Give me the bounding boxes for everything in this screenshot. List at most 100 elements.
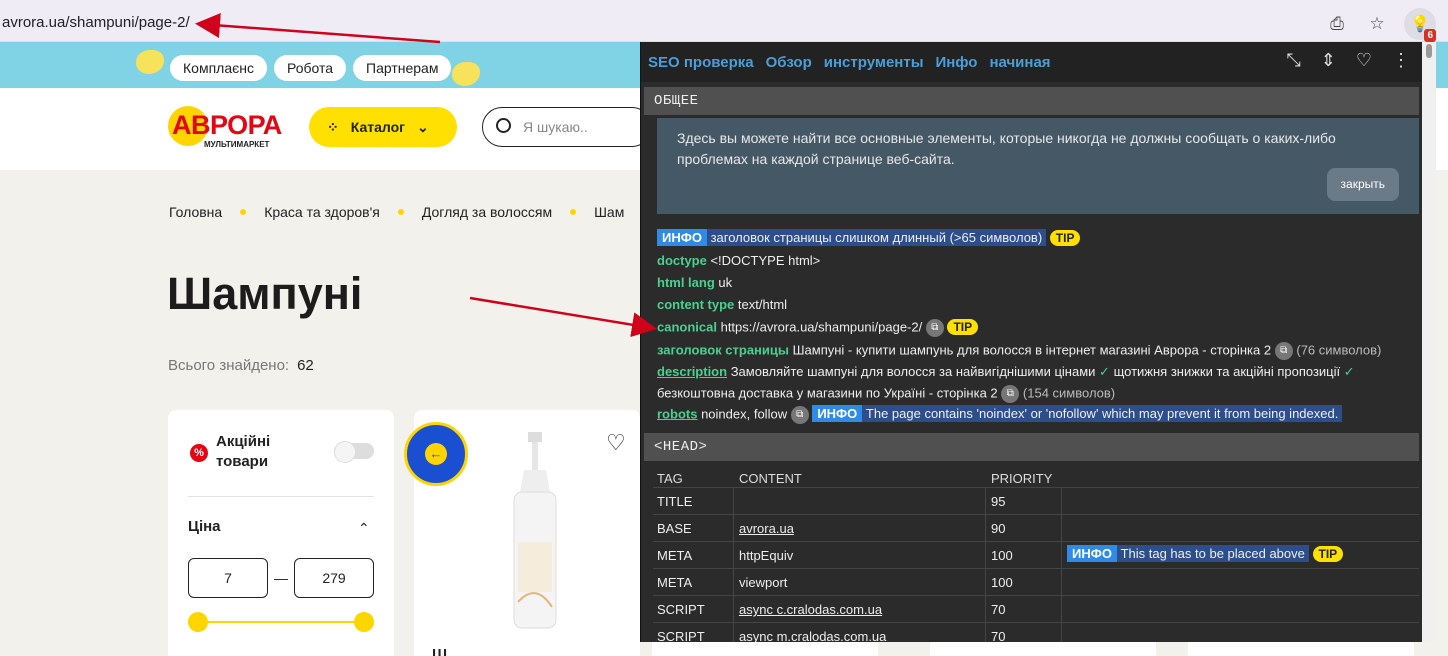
- results-label: Всього знайдено:: [168, 357, 290, 374]
- page-title-value: Шампуні - купити шампунь для волосся в і…: [792, 342, 1272, 358]
- install-app-icon[interactable]: ⎙: [1324, 11, 1350, 37]
- breadcrumb-separator: [397, 209, 404, 215]
- seo-extension-panel: SEO проверка Обзор инструменты Инфо начи…: [640, 42, 1422, 642]
- tab-overview[interactable]: Обзор: [766, 54, 812, 71]
- description-key[interactable]: description: [657, 364, 727, 379]
- tab-seo-check[interactable]: SEO проверка: [648, 54, 754, 71]
- price-slider-min-handle[interactable]: [188, 612, 208, 632]
- tab-getting-started[interactable]: начиная: [989, 54, 1050, 71]
- decor-blob: [136, 50, 164, 74]
- chevron-down-icon: ⌄: [416, 118, 429, 135]
- favorite-heart-icon[interactable]: ♡: [606, 430, 626, 456]
- search-icon: [496, 118, 511, 133]
- content-type-key: content type: [657, 297, 735, 312]
- tab-info[interactable]: Инфо: [936, 54, 978, 71]
- tip-button[interactable]: TIP: [1049, 230, 1081, 246]
- search-input[interactable]: Я шукаю..: [482, 107, 652, 147]
- breadcrumb-separator: [570, 209, 577, 215]
- results-number: 62: [297, 357, 314, 374]
- product-card[interactable]: ← ♡ Ш: [404, 410, 640, 656]
- page-title: Шампуні: [167, 268, 363, 319]
- promo-toggle[interactable]: [334, 441, 374, 463]
- info-tag: ИНФО: [657, 229, 707, 246]
- collapse-icon[interactable]: ⤡: [1286, 50, 1300, 71]
- cell-tag: SCRIPT: [657, 629, 705, 642]
- catalog-button[interactable]: ⁘ Каталог ⌄: [309, 107, 457, 147]
- divider: [188, 496, 374, 497]
- scrollbar-thumb[interactable]: [1426, 44, 1432, 58]
- doctype-value: <!DOCTYPE html>: [710, 253, 821, 268]
- breadcrumb-current: Шам: [594, 204, 625, 220]
- info-tag: ИНФО: [812, 405, 863, 423]
- product-image: [513, 432, 557, 629]
- description-value-2: щотижня знижки та акційні пропозиції: [1113, 364, 1341, 379]
- link-compliance[interactable]: Комплаєнс: [170, 55, 267, 81]
- cell-content-link[interactable]: async c.cralodas.com.ua: [739, 602, 882, 617]
- canonical-value: https://avrora.ua/shampuni/page-2/: [720, 319, 923, 335]
- info-text: Здесь вы можете найти все основные элеме…: [677, 130, 1336, 167]
- copy-icon[interactable]: ⧉: [1274, 342, 1293, 360]
- description-value-3: безкоштовна доставка у магазини по Украї…: [657, 385, 998, 401]
- robots-row: robots noindex, follow ⧉ ИНФО The page c…: [657, 405, 1343, 424]
- breadcrumb-separator: [240, 209, 247, 215]
- column-tag: TAG: [657, 471, 683, 486]
- table-row: META httpEquiv 100 ИНФО This tag has to …: [653, 541, 1419, 568]
- bookmark-star-icon[interactable]: ☆: [1364, 11, 1390, 37]
- copy-icon[interactable]: ⧉: [790, 406, 809, 424]
- tab-tools[interactable]: инструменты: [824, 54, 924, 71]
- cell-priority: 100: [991, 548, 1013, 563]
- chevron-up-icon[interactable]: ⌃: [358, 520, 370, 537]
- filter-panel: % Акційні товари Ціна ⌃ 7 — 279: [168, 410, 394, 656]
- table-row: SCRIPT async c.cralodas.com.ua 70: [653, 595, 1419, 622]
- arrow-left-icon: ←: [425, 443, 447, 465]
- tip-button[interactable]: TIP: [947, 319, 979, 336]
- lang-key: html lang: [657, 275, 715, 290]
- close-button[interactable]: закрыть: [1326, 168, 1399, 201]
- content-type-value: text/html: [737, 297, 788, 312]
- decor-blob: [452, 62, 480, 86]
- breadcrumb-haircare[interactable]: Догляд за волоссям: [422, 204, 552, 220]
- extension-badge: 6: [1424, 29, 1436, 42]
- breadcrumb-home[interactable]: Головна: [169, 204, 222, 220]
- url-text[interactable]: avrora.ua/shampuni/page-2/: [2, 14, 190, 31]
- column-priority: PRIORITY: [991, 471, 1053, 486]
- canonical-row: canonical https://avrora.ua/shampuni/pag…: [657, 319, 979, 337]
- copy-icon[interactable]: ⧉: [1001, 385, 1020, 403]
- table-row: META viewport 100: [653, 568, 1419, 595]
- search-placeholder: Я шукаю..: [523, 119, 588, 135]
- robots-key[interactable]: robots: [657, 406, 697, 421]
- national-cashback-badge: ←: [404, 422, 468, 486]
- price-slider-max-handle[interactable]: [354, 612, 374, 632]
- link-jobs[interactable]: Робота: [274, 55, 347, 81]
- section-general-header: ОБЩЕЕ: [644, 87, 1419, 115]
- description-row-cont: безкоштовна доставка у магазини по Украї…: [657, 385, 1115, 403]
- check-icon: ✓: [1099, 364, 1110, 379]
- price-slider-track: [198, 621, 364, 623]
- lang-value: uk: [718, 275, 733, 290]
- cell-content-link[interactable]: async m.cralodas.com.ua: [739, 629, 886, 642]
- cell-tag: BASE: [657, 521, 692, 536]
- heart-icon[interactable]: ♡: [1356, 50, 1372, 71]
- seo-extension-icon[interactable]: 💡 6: [1404, 8, 1436, 42]
- tip-button[interactable]: TIP: [1312, 546, 1344, 562]
- title-length-warning: ИНФО заголовок страницы слишком длинный …: [657, 229, 1081, 246]
- breadcrumb-beauty[interactable]: Краса та здоров'я: [264, 204, 380, 220]
- address-bar[interactable]: avrora.ua/shampuni/page-2/ ⎙ ☆ 💡 6: [0, 0, 1448, 42]
- site-logo[interactable]: АВРОРА МУЛЬТИМАРКЕТ: [168, 106, 288, 150]
- copy-icon[interactable]: ⧉: [925, 319, 944, 337]
- panel-scrollbar[interactable]: [1422, 42, 1436, 642]
- product-title[interactable]: Ш: [432, 646, 447, 656]
- cell-content-link[interactable]: avrora.ua: [739, 521, 794, 536]
- price-min-input[interactable]: 7: [188, 558, 268, 598]
- cell-tag: TITLE: [657, 494, 693, 509]
- column-content: CONTENT: [739, 471, 802, 486]
- note-text: This tag has to be placed above: [1120, 546, 1305, 561]
- link-partners[interactable]: Партнерам: [353, 55, 452, 81]
- price-max-input[interactable]: 279: [294, 558, 374, 598]
- breadcrumb: Головна Краса та здоров'я Догляд за воло…: [169, 204, 624, 220]
- section-head-header: <HEAD>: [644, 433, 1419, 461]
- more-menu-icon[interactable]: ⋮: [1392, 50, 1410, 71]
- expand-icon[interactable]: ⇕: [1321, 50, 1336, 71]
- title-warning-text: заголовок страницы слишком длинный (>65 …: [710, 230, 1043, 245]
- canonical-key: canonical: [657, 319, 717, 335]
